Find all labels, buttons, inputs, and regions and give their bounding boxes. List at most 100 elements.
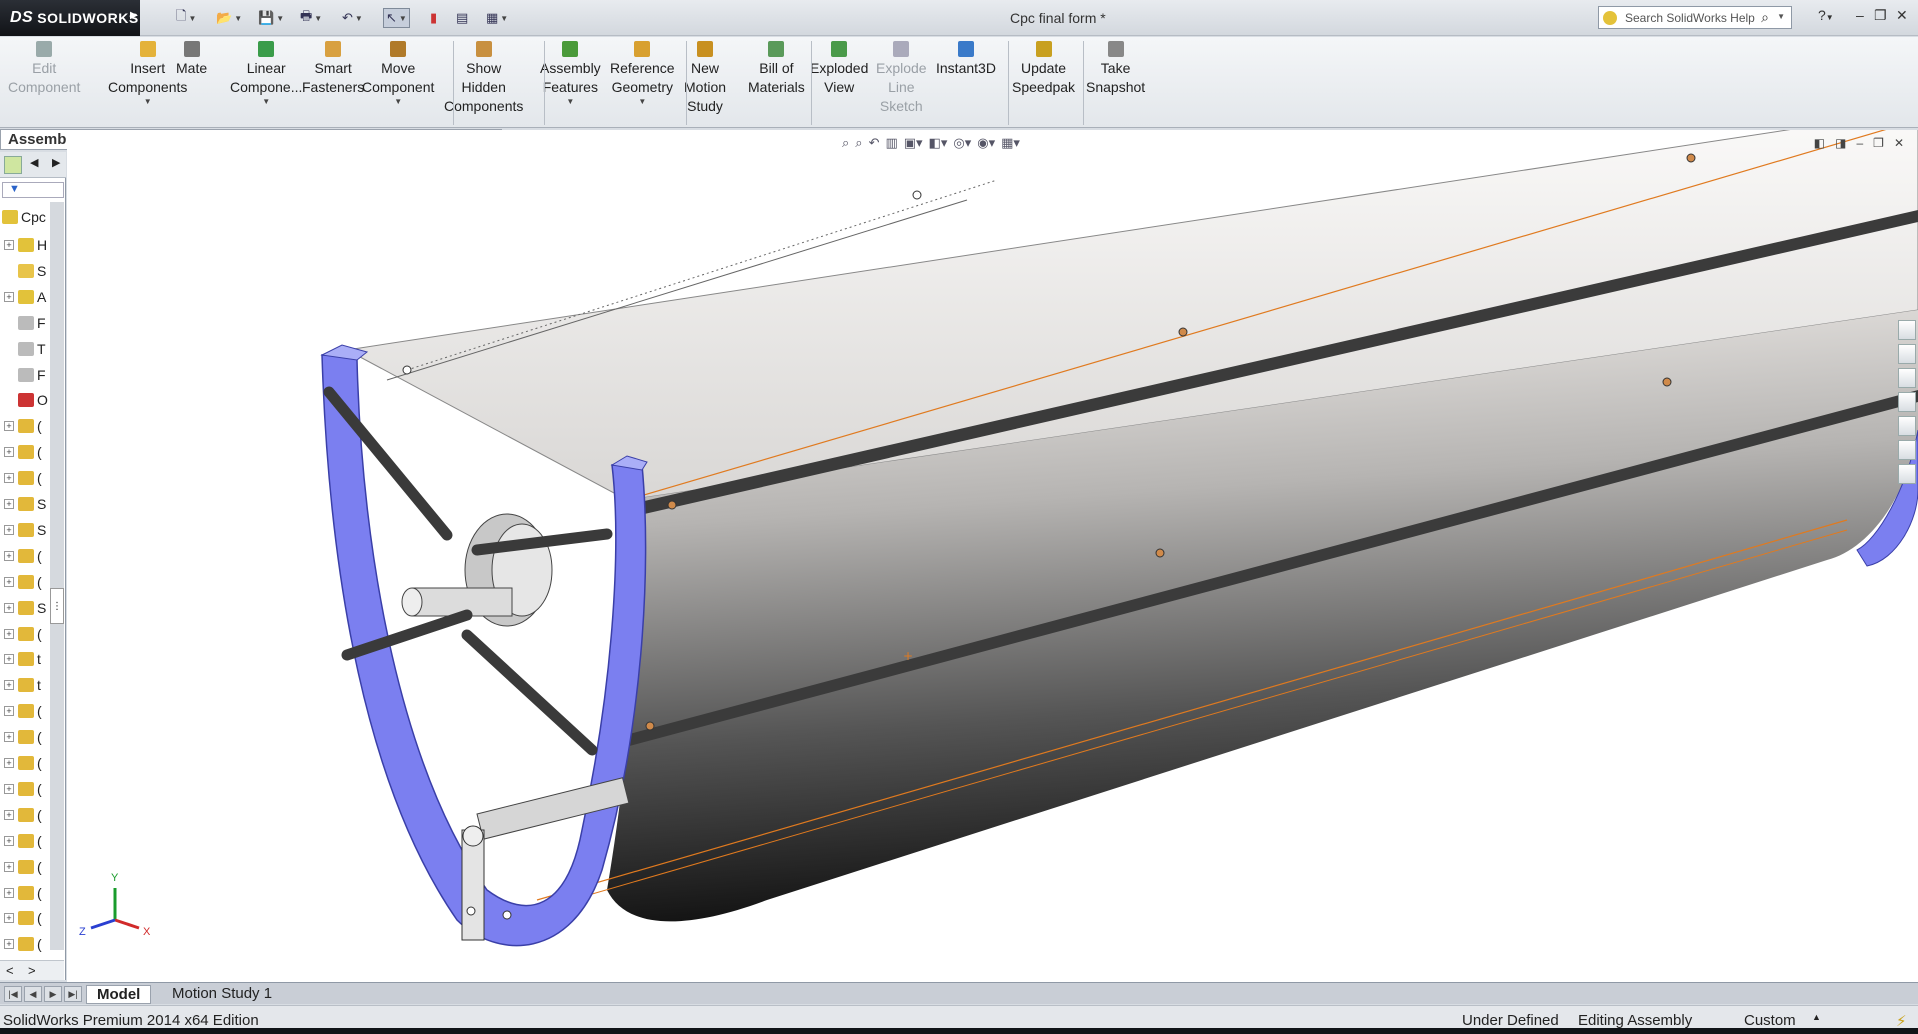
filter-icon[interactable]: ▼ bbox=[2, 182, 64, 198]
new-motion-study-button[interactable]: New Motion Study bbox=[684, 41, 726, 125]
expand-icon[interactable]: + bbox=[4, 447, 14, 458]
expand-icon[interactable]: + bbox=[4, 654, 14, 665]
previous-view-icon[interactable]: ↶ bbox=[869, 135, 880, 155]
expand-icon[interactable]: + bbox=[4, 499, 14, 509]
expand-icon[interactable]: + bbox=[4, 524, 14, 535]
view-orientation-icon[interactable]: ▣▾ bbox=[904, 135, 923, 155]
show-hidden-components-button[interactable]: Show Hidden Components bbox=[444, 41, 523, 125]
expand-icon[interactable]: + bbox=[4, 706, 14, 717]
zoom-to-fit-icon[interactable]: ⌕ bbox=[842, 135, 849, 155]
expand-icon[interactable]: + bbox=[4, 783, 14, 794]
take-snapshot-button[interactable]: Take Snapshot bbox=[1086, 41, 1145, 125]
update-speedpak-button[interactable]: Update Speedpak bbox=[1012, 41, 1075, 125]
chevron-down-icon[interactable]: ▼ bbox=[262, 97, 270, 107]
search-help-input[interactable]: Search SolidWorks Help ⌕ ▼ bbox=[1598, 6, 1792, 29]
feature-manager-tab-icon[interactable] bbox=[4, 156, 22, 174]
chevron-down-icon[interactable]: ▼ bbox=[1777, 12, 1785, 21]
chevron-right-icon[interactable]: ▶ bbox=[52, 156, 60, 169]
viewport-minimize-icon[interactable]: – bbox=[1856, 136, 1863, 150]
expand-icon[interactable]: + bbox=[4, 628, 14, 639]
reference-geometry-button[interactable]: Reference Geometry ▼ bbox=[610, 41, 675, 125]
graphics-area[interactable]: + Y X Z ⌕ ⌕ ↶ ▥ ▣▾ ◧▾ ◎▾ ◉▾ ▦▾ ◧ ◨ – ❐ ✕ bbox=[67, 130, 1918, 982]
assembly-features-button[interactable]: Assembly Features ▼ bbox=[540, 41, 601, 125]
chevron-down-icon[interactable]: ▼ bbox=[638, 97, 646, 107]
file-explorer-icon[interactable] bbox=[1898, 368, 1916, 388]
tab-motion-study-1[interactable]: Motion Study 1 bbox=[162, 985, 282, 1004]
smart-fasteners-button[interactable]: Smart Fasteners bbox=[302, 41, 364, 125]
viewport-split-right-icon[interactable]: ◨ bbox=[1835, 136, 1846, 150]
mate-button[interactable]: Mate bbox=[176, 41, 207, 125]
prev-tab-icon[interactable]: ◀ bbox=[24, 986, 42, 1002]
zoom-to-area-icon[interactable]: ⌕ bbox=[855, 135, 862, 155]
expand-icon[interactable]: + bbox=[4, 473, 14, 484]
design-library-icon[interactable] bbox=[1898, 344, 1916, 364]
hide-show-items-icon[interactable]: ◎▾ bbox=[953, 135, 971, 155]
apply-scene-icon[interactable]: ▦▾ bbox=[1001, 135, 1020, 155]
expand-icon[interactable]: + bbox=[4, 913, 14, 924]
file-properties-icon[interactable]: ▤ bbox=[456, 8, 468, 28]
open-icon[interactable]: 📂 ▼ bbox=[216, 8, 242, 28]
expand-icon[interactable]: + bbox=[4, 835, 14, 846]
viewport-split-icon[interactable]: ◧ bbox=[1814, 136, 1825, 150]
expand-icon[interactable]: + bbox=[4, 576, 14, 587]
forum-icon[interactable] bbox=[1898, 464, 1916, 484]
menu-expand-icon[interactable]: ▶ bbox=[130, 10, 138, 21]
new-document-icon[interactable]: 🗋 ▼ bbox=[176, 8, 196, 28]
view-palette-icon[interactable] bbox=[1898, 392, 1916, 412]
units-chevron-up-icon[interactable]: ▲ bbox=[1812, 1012, 1821, 1022]
expand-icon[interactable]: + bbox=[4, 887, 14, 898]
solidworks-logo[interactable]: DS SOLIDWORKS bbox=[0, 0, 140, 36]
options-icon[interactable]: ▦ ▼ bbox=[486, 8, 508, 28]
solidworks-resources-icon[interactable] bbox=[1898, 320, 1916, 340]
viewport-restore-icon[interactable]: ❐ bbox=[1873, 136, 1884, 150]
restore-icon[interactable]: ❐ bbox=[1874, 7, 1887, 24]
move-component-button[interactable]: Move Component ▼ bbox=[362, 41, 434, 125]
tree-horizontal-scrollbar[interactable]: < > bbox=[0, 960, 64, 980]
search-icon[interactable]: ⌕ bbox=[1761, 9, 1769, 26]
expand-icon[interactable]: + bbox=[4, 550, 14, 561]
expand-icon[interactable]: + bbox=[4, 809, 14, 820]
expand-icon[interactable]: + bbox=[4, 861, 14, 872]
expand-icon[interactable]: + bbox=[4, 421, 14, 432]
exploded-view-button[interactable]: Exploded View bbox=[810, 41, 868, 125]
expand-icon[interactable]: + bbox=[4, 939, 14, 950]
chevron-down-icon[interactable]: ▼ bbox=[394, 97, 402, 107]
explode-line-sketch-button[interactable]: Explode Line Sketch bbox=[876, 41, 927, 125]
last-tab-icon[interactable]: ▶| bbox=[64, 986, 82, 1002]
panel-collapse-handle[interactable]: ⋮ bbox=[50, 588, 64, 624]
edit-appearance-icon[interactable]: ◉▾ bbox=[977, 135, 995, 155]
expand-icon[interactable]: + bbox=[4, 602, 14, 613]
expand-icon[interactable]: + bbox=[4, 240, 14, 250]
expand-icon[interactable]: + bbox=[4, 732, 14, 743]
minimize-icon[interactable]: – bbox=[1856, 7, 1864, 23]
undo-icon[interactable]: ↶ ▼ bbox=[342, 8, 363, 28]
close-icon[interactable]: ✕ bbox=[1896, 7, 1908, 24]
expand-icon[interactable]: + bbox=[4, 291, 14, 302]
print-icon[interactable]: 🖶 ▼ bbox=[300, 8, 322, 28]
cpc-assembly-model[interactable]: + bbox=[67, 130, 1918, 982]
custom-properties-icon[interactable] bbox=[1898, 440, 1916, 460]
save-icon[interactable]: 💾 ▼ bbox=[258, 8, 284, 28]
tree-scrollbar[interactable]: ⋮ bbox=[50, 202, 64, 950]
expand-icon[interactable]: + bbox=[4, 758, 14, 768]
status-units[interactable]: Custom bbox=[1744, 1012, 1796, 1029]
rebuild-icon[interactable]: ▮ bbox=[430, 8, 437, 28]
chevron-left-icon[interactable]: ◀ bbox=[30, 156, 38, 169]
next-tab-icon[interactable]: ▶ bbox=[44, 986, 62, 1002]
chevron-down-icon[interactable]: ▼ bbox=[566, 97, 574, 107]
edit-component-button[interactable]: Edit Component bbox=[8, 41, 80, 125]
tree-item-label: ( bbox=[37, 573, 42, 590]
select-icon[interactable]: ↖ ▼ bbox=[383, 8, 410, 28]
expand-icon[interactable]: + bbox=[4, 680, 14, 691]
chevron-down-icon[interactable]: ▼ bbox=[144, 97, 152, 107]
viewport-close-icon[interactable]: ✕ bbox=[1894, 136, 1904, 150]
help-icon[interactable]: ?▼ bbox=[1818, 7, 1834, 23]
bill-of-materials-button[interactable]: Bill of Materials bbox=[748, 41, 805, 125]
first-tab-icon[interactable]: |◀ bbox=[4, 986, 22, 1002]
display-style-icon[interactable]: ◧▾ bbox=[929, 135, 948, 155]
section-view-icon[interactable]: ▥ bbox=[885, 135, 897, 155]
linear-component-button[interactable]: Linear Compone... ▼ bbox=[230, 41, 302, 125]
tab-model[interactable]: Model bbox=[86, 985, 152, 1004]
appearances-icon[interactable] bbox=[1898, 416, 1916, 436]
instant3d-button[interactable]: Instant3D bbox=[936, 41, 996, 125]
